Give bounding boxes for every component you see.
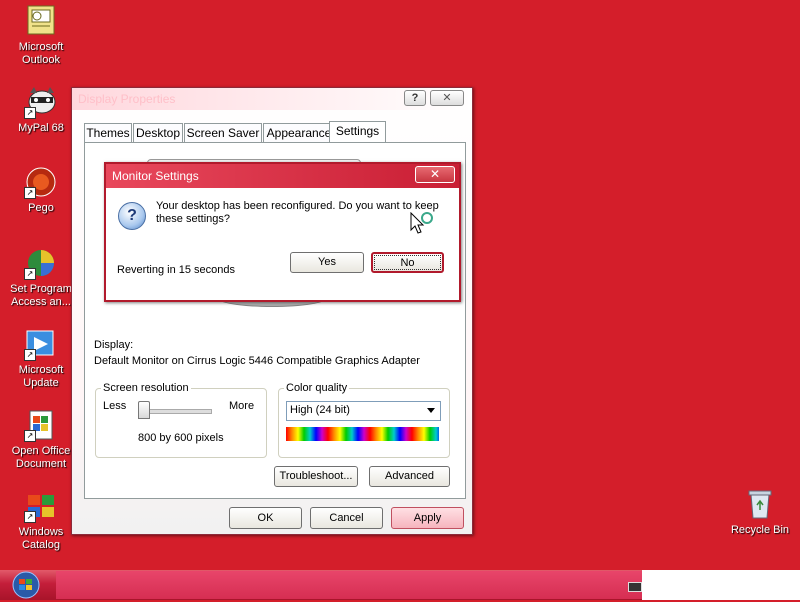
- desktop-icon-label: Recycle Bin: [730, 524, 790, 536]
- desktop-icon-windows-catalog[interactable]: ↗ Windows Catalog: [1, 489, 81, 552]
- taskbar: [0, 570, 800, 600]
- advanced-button[interactable]: Advanced: [369, 466, 450, 487]
- help-button[interactable]: ?: [404, 90, 426, 106]
- desktop-icon-open-office[interactable]: ↗ Open Office Document: [1, 408, 81, 471]
- desktop-icon-label: Update: [23, 377, 59, 389]
- less-label: Less: [103, 400, 127, 412]
- shortcut-arrow-icon: ↗: [24, 187, 36, 199]
- resolution-slider-thumb[interactable]: [138, 401, 150, 419]
- close-button[interactable]: ✕: [430, 90, 464, 106]
- shortcut-arrow-icon: ↗: [24, 349, 36, 361]
- desktop-icon-label: Outlook: [22, 54, 60, 66]
- color-quality-value: High (24 bit): [290, 404, 350, 416]
- keyboard-icon[interactable]: [628, 582, 642, 592]
- desktop-icon-label: Access an...: [11, 296, 71, 308]
- windows-logo-icon: [12, 571, 40, 599]
- pego-icon: ↗: [24, 165, 58, 199]
- raccoon-icon: ↗: [24, 85, 58, 119]
- tab-screen-saver[interactable]: Screen Saver: [184, 123, 262, 142]
- display-label: Display:: [94, 339, 134, 351]
- apply-button[interactable]: Apply: [391, 507, 464, 529]
- system-tray: [628, 570, 800, 600]
- desktop-icon-label: Open Office: [11, 445, 71, 457]
- desktop-icon-recycle-bin[interactable]: Recycle Bin: [720, 487, 800, 537]
- desktop-icon-label: Microsoft: [18, 364, 64, 376]
- shortcut-arrow-icon: ↗: [24, 268, 36, 280]
- yes-button[interactable]: Yes: [290, 252, 364, 273]
- tab-appearance[interactable]: Appearance: [263, 123, 335, 142]
- mouse-cursor-icon: [410, 211, 434, 241]
- screen-resolution-legend: Screen resolution: [101, 382, 191, 394]
- close-icon[interactable]: ✕: [415, 166, 455, 183]
- more-label: More: [229, 400, 255, 412]
- color-quality-legend: Color quality: [284, 382, 350, 394]
- desktop-icon-set-program-access[interactable]: ↗ Set Program Access an...: [1, 246, 81, 309]
- desktop-icon-label: Set Program: [10, 283, 72, 295]
- task-band: [56, 571, 642, 599]
- desktop-icon-label: Microsoft: [18, 41, 64, 53]
- shortcut-arrow-icon: ↗: [24, 511, 36, 523]
- display-properties-window: Display Properties ? ✕ Themes Desktop Sc…: [71, 87, 473, 535]
- desktop-icon-pego[interactable]: ↗ Pego: [1, 165, 81, 215]
- color-spectrum-bar: [286, 427, 439, 441]
- recycle-bin-icon: [743, 487, 777, 521]
- outlook-icon: [24, 4, 58, 38]
- desktop-icon-label: Document: [15, 458, 67, 470]
- revert-countdown: Reverting in 15 seconds: [117, 264, 236, 276]
- desktop-icon-label: Windows: [18, 526, 64, 538]
- start-button[interactable]: [2, 571, 52, 599]
- shortcut-arrow-icon: ↗: [24, 107, 36, 119]
- desktop-icon-label: MyPal 68: [18, 122, 64, 134]
- color-quality-group: Color quality High (24 bit): [278, 382, 450, 458]
- monitor-settings-titlebar[interactable]: Monitor Settings ✕: [106, 164, 459, 188]
- cancel-button[interactable]: Cancel: [310, 507, 383, 529]
- dialog-title: Monitor Settings: [112, 169, 199, 183]
- chevron-down-icon: [427, 408, 435, 413]
- resolution-slider-track[interactable]: [142, 409, 212, 414]
- screen-resolution-group: Screen resolution Less More 800 by 600 p…: [95, 382, 267, 458]
- shortcut-arrow-icon: ↗: [24, 430, 36, 442]
- tab-desktop[interactable]: Desktop: [133, 123, 183, 142]
- ok-button[interactable]: OK: [229, 507, 302, 529]
- display-properties-titlebar[interactable]: Display Properties ? ✕: [72, 88, 472, 110]
- no-button[interactable]: No: [371, 252, 444, 273]
- dialog-message: Your desktop has been reconfigured. Do y…: [156, 200, 439, 225]
- desktop-icon-microsoft-update[interactable]: ↗ Microsoft Update: [1, 327, 81, 390]
- tab-settings[interactable]: Settings: [329, 121, 386, 144]
- question-icon: ?: [118, 202, 146, 230]
- desktop-icon-mypal[interactable]: ↗ MyPal 68: [1, 85, 81, 135]
- desktop-icon-outlook[interactable]: Microsoft Outlook: [1, 4, 81, 67]
- windows-catalog-icon: ↗: [24, 489, 58, 523]
- office-document-icon: ↗: [24, 408, 58, 442]
- update-icon: ↗: [24, 327, 58, 361]
- tab-themes[interactable]: Themes: [84, 123, 132, 142]
- program-access-icon: ↗: [24, 246, 58, 280]
- monitor-settings-dialog: Monitor Settings ✕ ? Your desktop has be…: [104, 162, 461, 302]
- display-value: Default Monitor on Cirrus Logic 5446 Com…: [94, 355, 420, 367]
- desktop-icon-label: Catalog: [22, 539, 60, 551]
- troubleshoot-button[interactable]: Troubleshoot...: [274, 466, 358, 487]
- window-title: Display Properties: [78, 92, 176, 106]
- color-quality-select[interactable]: High (24 bit): [286, 401, 441, 421]
- desktop-icon-label: Pego: [28, 202, 54, 214]
- resolution-value: 800 by 600 pixels: [138, 432, 224, 444]
